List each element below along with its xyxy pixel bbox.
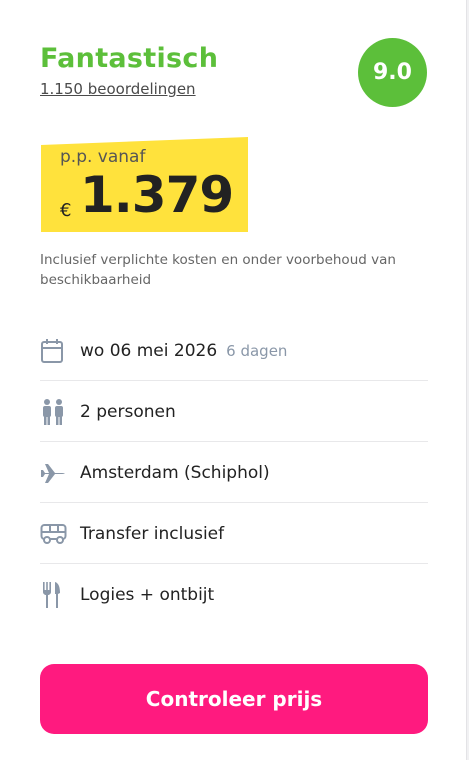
detail-row-transfer: Transfer inclusief xyxy=(40,503,428,564)
detail-duration: 6 dagen xyxy=(226,341,288,360)
detail-date: wo 06 mei 2026 xyxy=(80,340,218,361)
reviews-link[interactable]: 1.150 beoordelingen xyxy=(40,80,196,98)
detail-persons: 2 personen xyxy=(80,401,176,422)
detail-row-date: wo 06 mei 2026 6 dagen xyxy=(40,320,428,381)
detail-row-airport: Amsterdam (Schiphol) xyxy=(40,442,428,503)
check-price-button[interactable]: Controleer prijs xyxy=(40,664,428,734)
rating-label: Fantastisch xyxy=(40,43,219,74)
bus-icon xyxy=(40,520,68,548)
persons-icon xyxy=(40,398,68,426)
detail-row-persons: 2 personen xyxy=(40,381,428,442)
calendar-icon xyxy=(40,337,68,365)
cutlery-icon xyxy=(40,581,68,609)
detail-transfer: Transfer inclusief xyxy=(80,523,225,544)
detail-board: Logies + ontbijt xyxy=(80,584,215,605)
price-currency: € xyxy=(60,200,72,221)
airplane-icon xyxy=(40,459,68,487)
detail-row-board: Logies + ontbijt xyxy=(40,564,428,625)
detail-airport: Amsterdam (Schiphol) xyxy=(80,462,270,483)
score-badge: 9.0 xyxy=(358,38,427,107)
price-amount: 1.379 xyxy=(80,166,234,224)
price-label: p.p. vanaf xyxy=(60,147,146,167)
price-disclaimer: Inclusief verplichte kosten en onder voo… xyxy=(40,252,396,288)
